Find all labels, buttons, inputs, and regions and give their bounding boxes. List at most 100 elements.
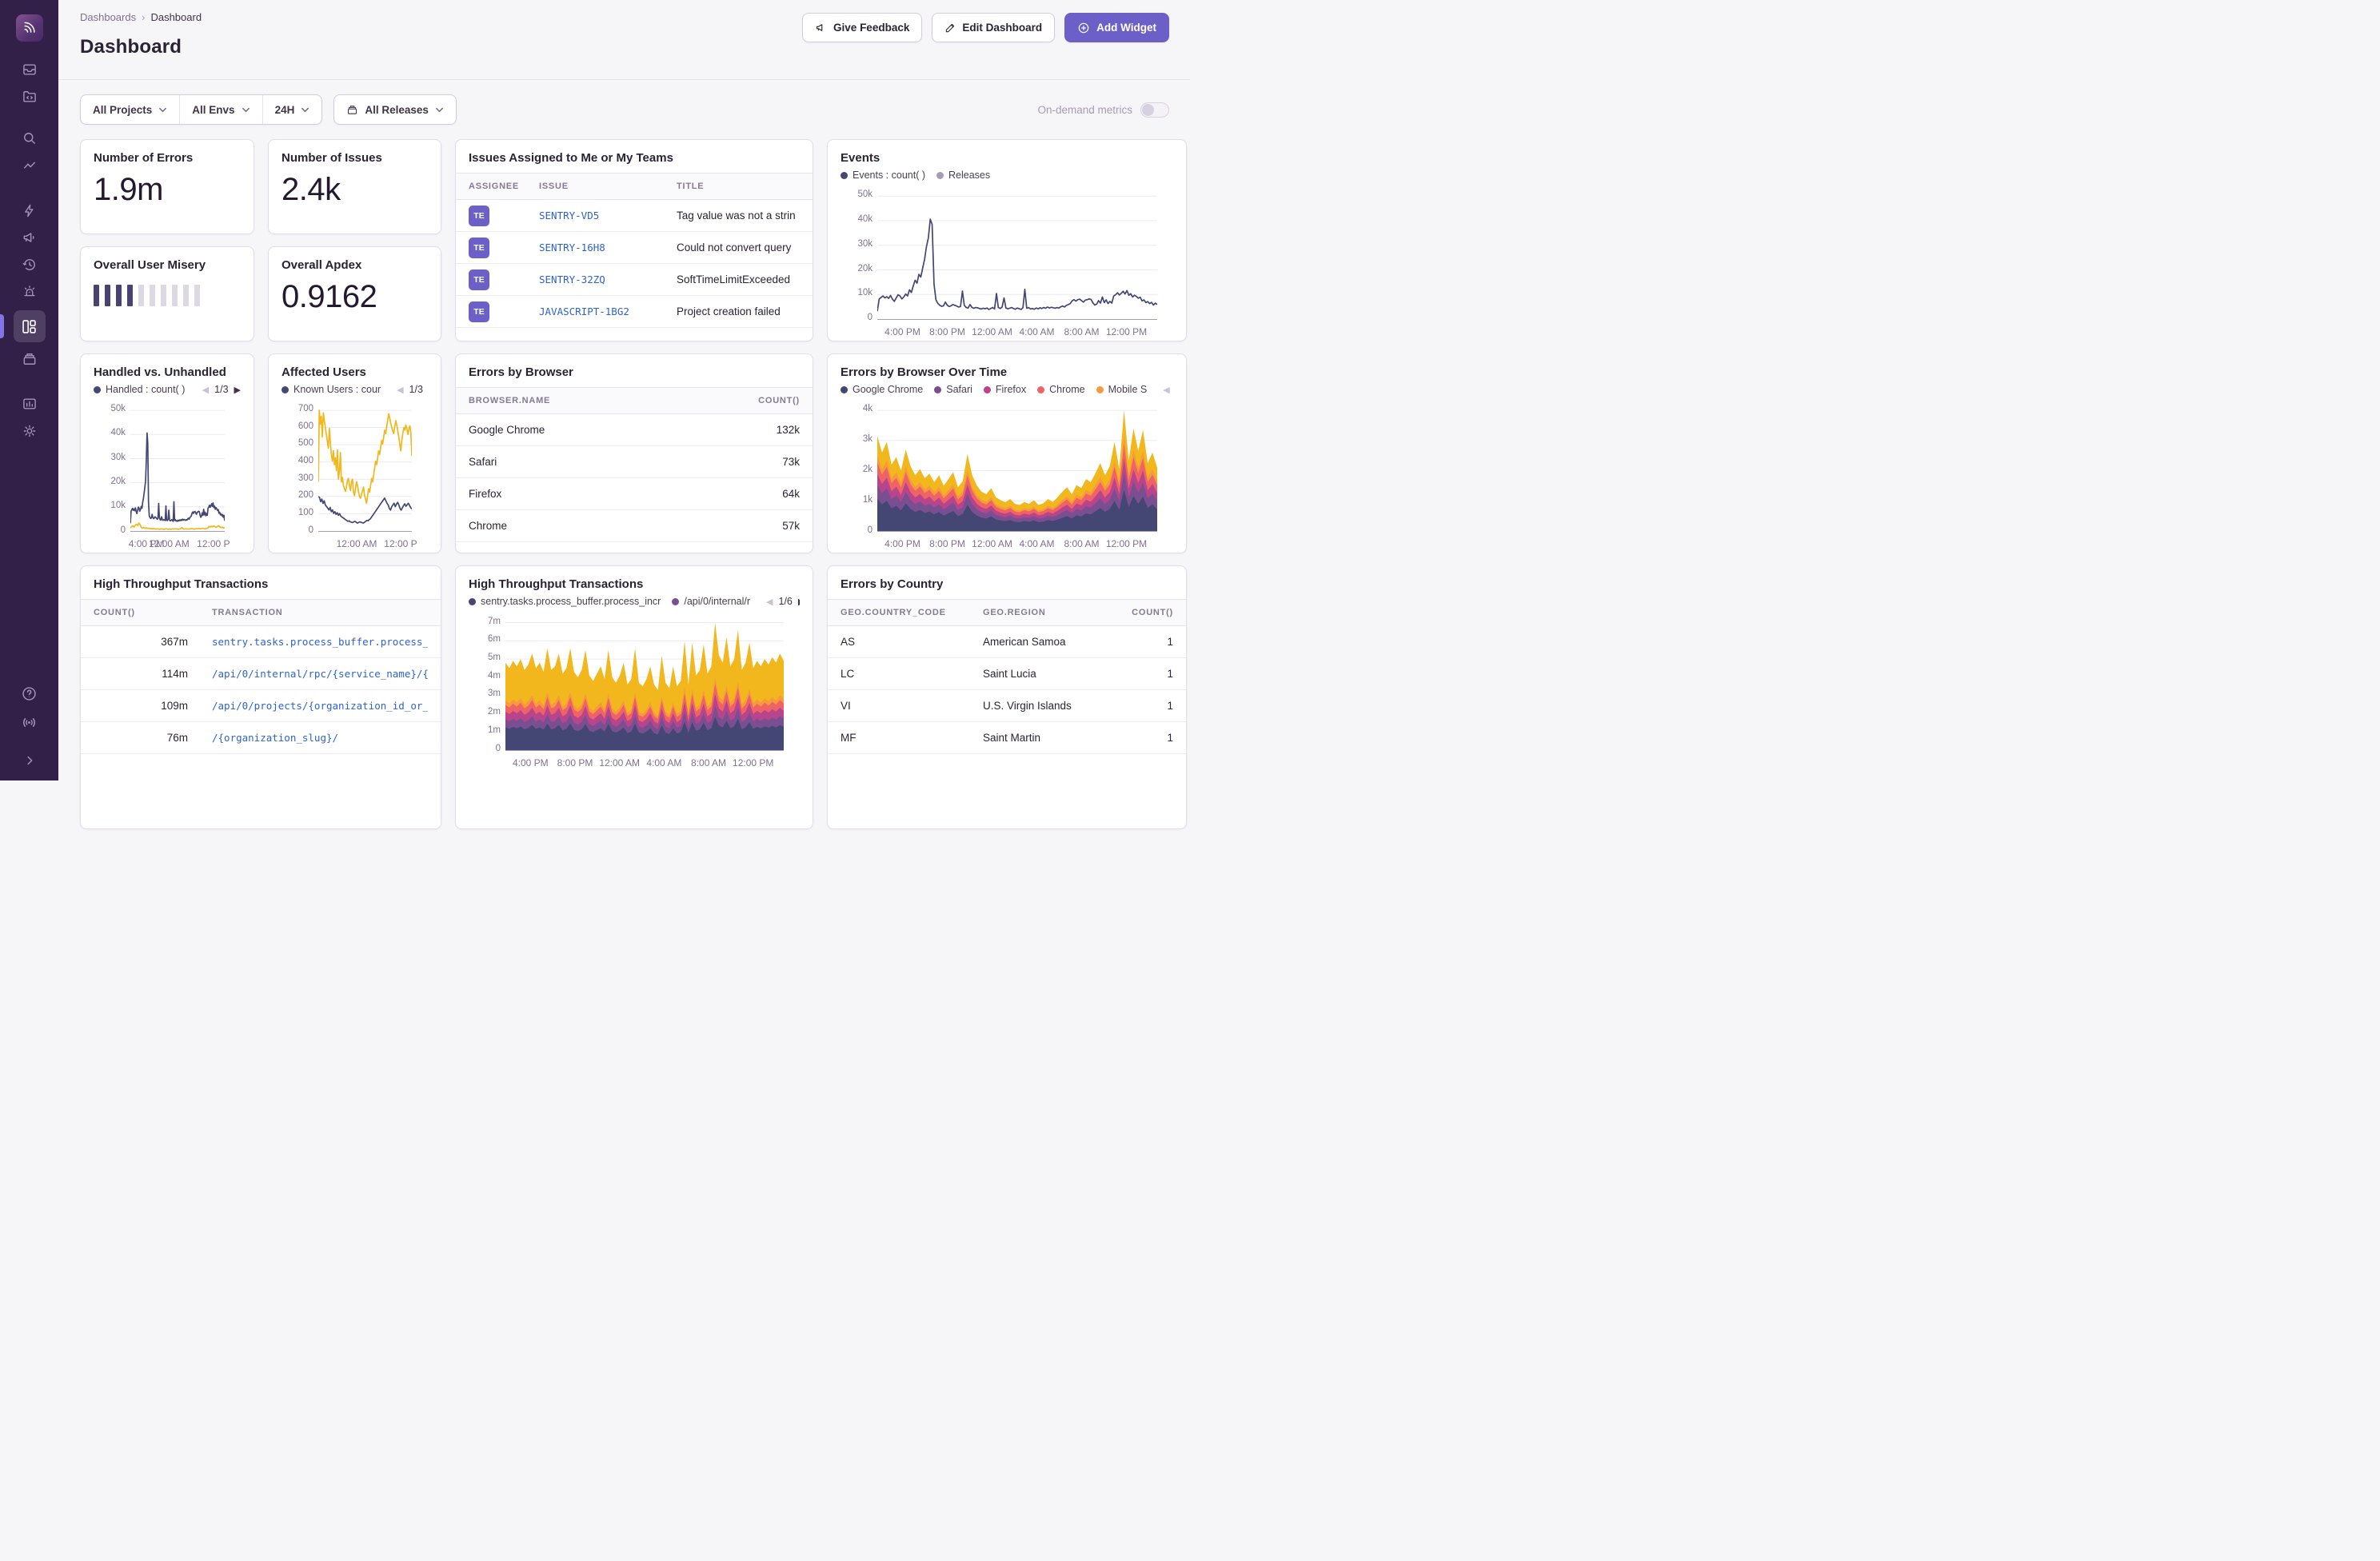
- sentry-logo-icon: [22, 20, 38, 36]
- sidebar-item-performance[interactable]: [14, 198, 45, 222]
- sidebar-item-issues[interactable]: [14, 58, 45, 82]
- column-header[interactable]: ASSIGNEE: [469, 182, 539, 191]
- breadcrumb-separator: ›: [142, 11, 145, 23]
- environment-filter[interactable]: All Envs: [179, 95, 262, 124]
- sidebar-item-whats-new[interactable]: [14, 710, 45, 734]
- sidebar-item-feedback[interactable]: [14, 226, 45, 250]
- pager-prev-icon[interactable]: ◀: [202, 385, 209, 395]
- table-link[interactable]: /api/0/internal/rpc/{service_name}/{meth…: [212, 668, 428, 680]
- gauge-bar-empty: [138, 285, 144, 306]
- pager-prev-icon[interactable]: ◀: [766, 597, 773, 607]
- assignee-avatar[interactable]: TE: [469, 238, 489, 258]
- column-header[interactable]: GEO.COUNTRY_CODE: [841, 608, 983, 617]
- edit-dashboard-button[interactable]: Edit Dashboard: [932, 13, 1055, 42]
- table-cell: JAVASCRIPT-1BG2: [539, 305, 677, 317]
- table-link[interactable]: SENTRY-VD5: [539, 210, 599, 222]
- legend-dot: [94, 386, 101, 393]
- x-axis-label: 4:00 PM: [885, 538, 920, 549]
- pager-next-icon[interactable]: ▶: [234, 385, 241, 395]
- legend-item[interactable]: Firefox: [984, 384, 1026, 395]
- assignee-avatar[interactable]: TE: [469, 206, 489, 226]
- table-cell: LC: [841, 668, 983, 680]
- sidebar-item-dashboards[interactable]: [14, 310, 46, 342]
- y-axis-label: 0: [849, 313, 873, 322]
- sidebar-item-search[interactable]: [14, 126, 45, 150]
- apdex-value: 0.9162: [282, 280, 428, 313]
- table-link[interactable]: SENTRY-32ZQ: [539, 273, 605, 285]
- assignee-avatar[interactable]: TE: [469, 301, 489, 322]
- pager-prev-icon[interactable]: ◀: [397, 385, 403, 395]
- y-axis-label: 3m: [477, 689, 501, 698]
- table-cell: TE: [469, 269, 539, 290]
- gauge-bar-filled: [105, 285, 110, 306]
- y-axis-label: 30k: [849, 239, 873, 249]
- legend-item[interactable]: Google Chrome: [841, 384, 923, 395]
- history-clock-icon: [22, 257, 38, 273]
- legend-item[interactable]: Handled : count( ): [94, 384, 185, 395]
- column-header[interactable]: TRANSACTION: [212, 608, 428, 617]
- search-icon: [22, 130, 38, 146]
- x-axis-label: 12:00 PM: [1106, 538, 1147, 549]
- sidebar-item-settings[interactable]: [14, 419, 45, 443]
- legend-item[interactable]: Known Users : cour: [282, 384, 381, 395]
- column-header[interactable]: TITLE: [677, 182, 800, 191]
- legend-item[interactable]: /api/0/internal/r: [672, 596, 750, 607]
- sidebar-item-releases[interactable]: [14, 347, 45, 371]
- sidebar-item-explore[interactable]: [14, 154, 45, 178]
- affected-users-chart: 010020030040050060070012:00 AM12:00 P: [290, 400, 415, 549]
- add-widget-button[interactable]: Add Widget: [1064, 13, 1169, 42]
- table-link[interactable]: /api/0/projects/{organization_id_or_slug…: [212, 700, 428, 712]
- y-axis-label: 40k: [849, 214, 873, 224]
- pager-prev-icon[interactable]: ◀: [1163, 385, 1169, 395]
- affected-users-legend: Known Users : cour◀1/3▶: [282, 384, 428, 395]
- legend-item[interactable]: Mobile S: [1096, 384, 1148, 395]
- x-axis-label: 8:00 AM: [691, 757, 726, 769]
- widget-handled-vs-unhandled: Handled vs. Unhandled Handled : count( )…: [80, 353, 254, 553]
- releases-filter[interactable]: All Releases: [334, 95, 456, 124]
- y-axis-label: 6m: [477, 634, 501, 644]
- column-header[interactable]: COUNT(): [1117, 608, 1173, 617]
- sidebar-collapse-toggle[interactable]: [14, 749, 45, 773]
- table-link[interactable]: SENTRY-16H8: [539, 242, 605, 254]
- sidebar-item-alerts[interactable]: [14, 280, 45, 304]
- widget-title: Events: [841, 151, 1173, 165]
- column-header[interactable]: BROWSER.NAME: [469, 396, 728, 405]
- column-header[interactable]: ISSUE: [539, 182, 677, 191]
- pager-page: 1/6: [779, 596, 793, 607]
- legend-item[interactable]: Releases: [936, 170, 990, 181]
- table-row: VIU.S. Virgin Islands1: [828, 690, 1186, 722]
- table-link[interactable]: sentry.tasks.process_buffer.process_incr: [212, 636, 428, 648]
- project-filter[interactable]: All Projects: [81, 95, 179, 124]
- sentry-logo[interactable]: [16, 14, 43, 42]
- table-cell: Saint Lucia: [983, 668, 1117, 680]
- column-header[interactable]: COUNT(): [94, 608, 188, 617]
- legend-item[interactable]: Safari: [934, 384, 972, 395]
- handled-chart: 010k20k30k40k50k4:00 PM12:00 AM12:00 P: [102, 400, 228, 549]
- chart-plot-area: [130, 403, 225, 532]
- legend-item[interactable]: Events : count( ): [841, 170, 925, 181]
- legend-label: sentry.tasks.process_buffer.process_incr: [481, 596, 661, 607]
- sidebar-item-stats[interactable]: [14, 392, 45, 416]
- legend-item[interactable]: Chrome: [1037, 384, 1084, 395]
- sidebar-item-projects[interactable]: [14, 85, 45, 109]
- pager-next-icon[interactable]: ▶: [798, 597, 800, 607]
- sidebar-item-help[interactable]: [14, 681, 45, 705]
- y-axis-label: 600: [290, 421, 313, 431]
- give-feedback-button[interactable]: Give Feedback: [802, 13, 922, 42]
- legend-item[interactable]: sentry.tasks.process_buffer.process_incr: [469, 596, 661, 607]
- sidebar-item-replays[interactable]: [14, 253, 45, 277]
- table-link[interactable]: /{organization_slug}/: [212, 732, 338, 744]
- chevron-right-icon: [22, 753, 37, 768]
- assignee-avatar[interactable]: TE: [469, 269, 489, 290]
- x-axis-label: 12:00 AM: [337, 538, 377, 549]
- column-header[interactable]: COUNT(): [728, 396, 800, 405]
- widget-title: High Throughput Transactions: [94, 577, 428, 591]
- legend-dot: [1096, 386, 1104, 393]
- table-row: Mobile Safari33k: [456, 542, 813, 553]
- on-demand-metrics-toggle[interactable]: [1140, 102, 1169, 118]
- table-link[interactable]: JAVASCRIPT-1BG2: [539, 305, 629, 317]
- time-range-filter[interactable]: 24H: [262, 95, 322, 124]
- breadcrumb-dashboards[interactable]: Dashboards: [80, 11, 136, 23]
- column-header[interactable]: GEO.REGION: [983, 608, 1117, 617]
- table-cell: SoftTimeLimitExceeded: [677, 273, 800, 285]
